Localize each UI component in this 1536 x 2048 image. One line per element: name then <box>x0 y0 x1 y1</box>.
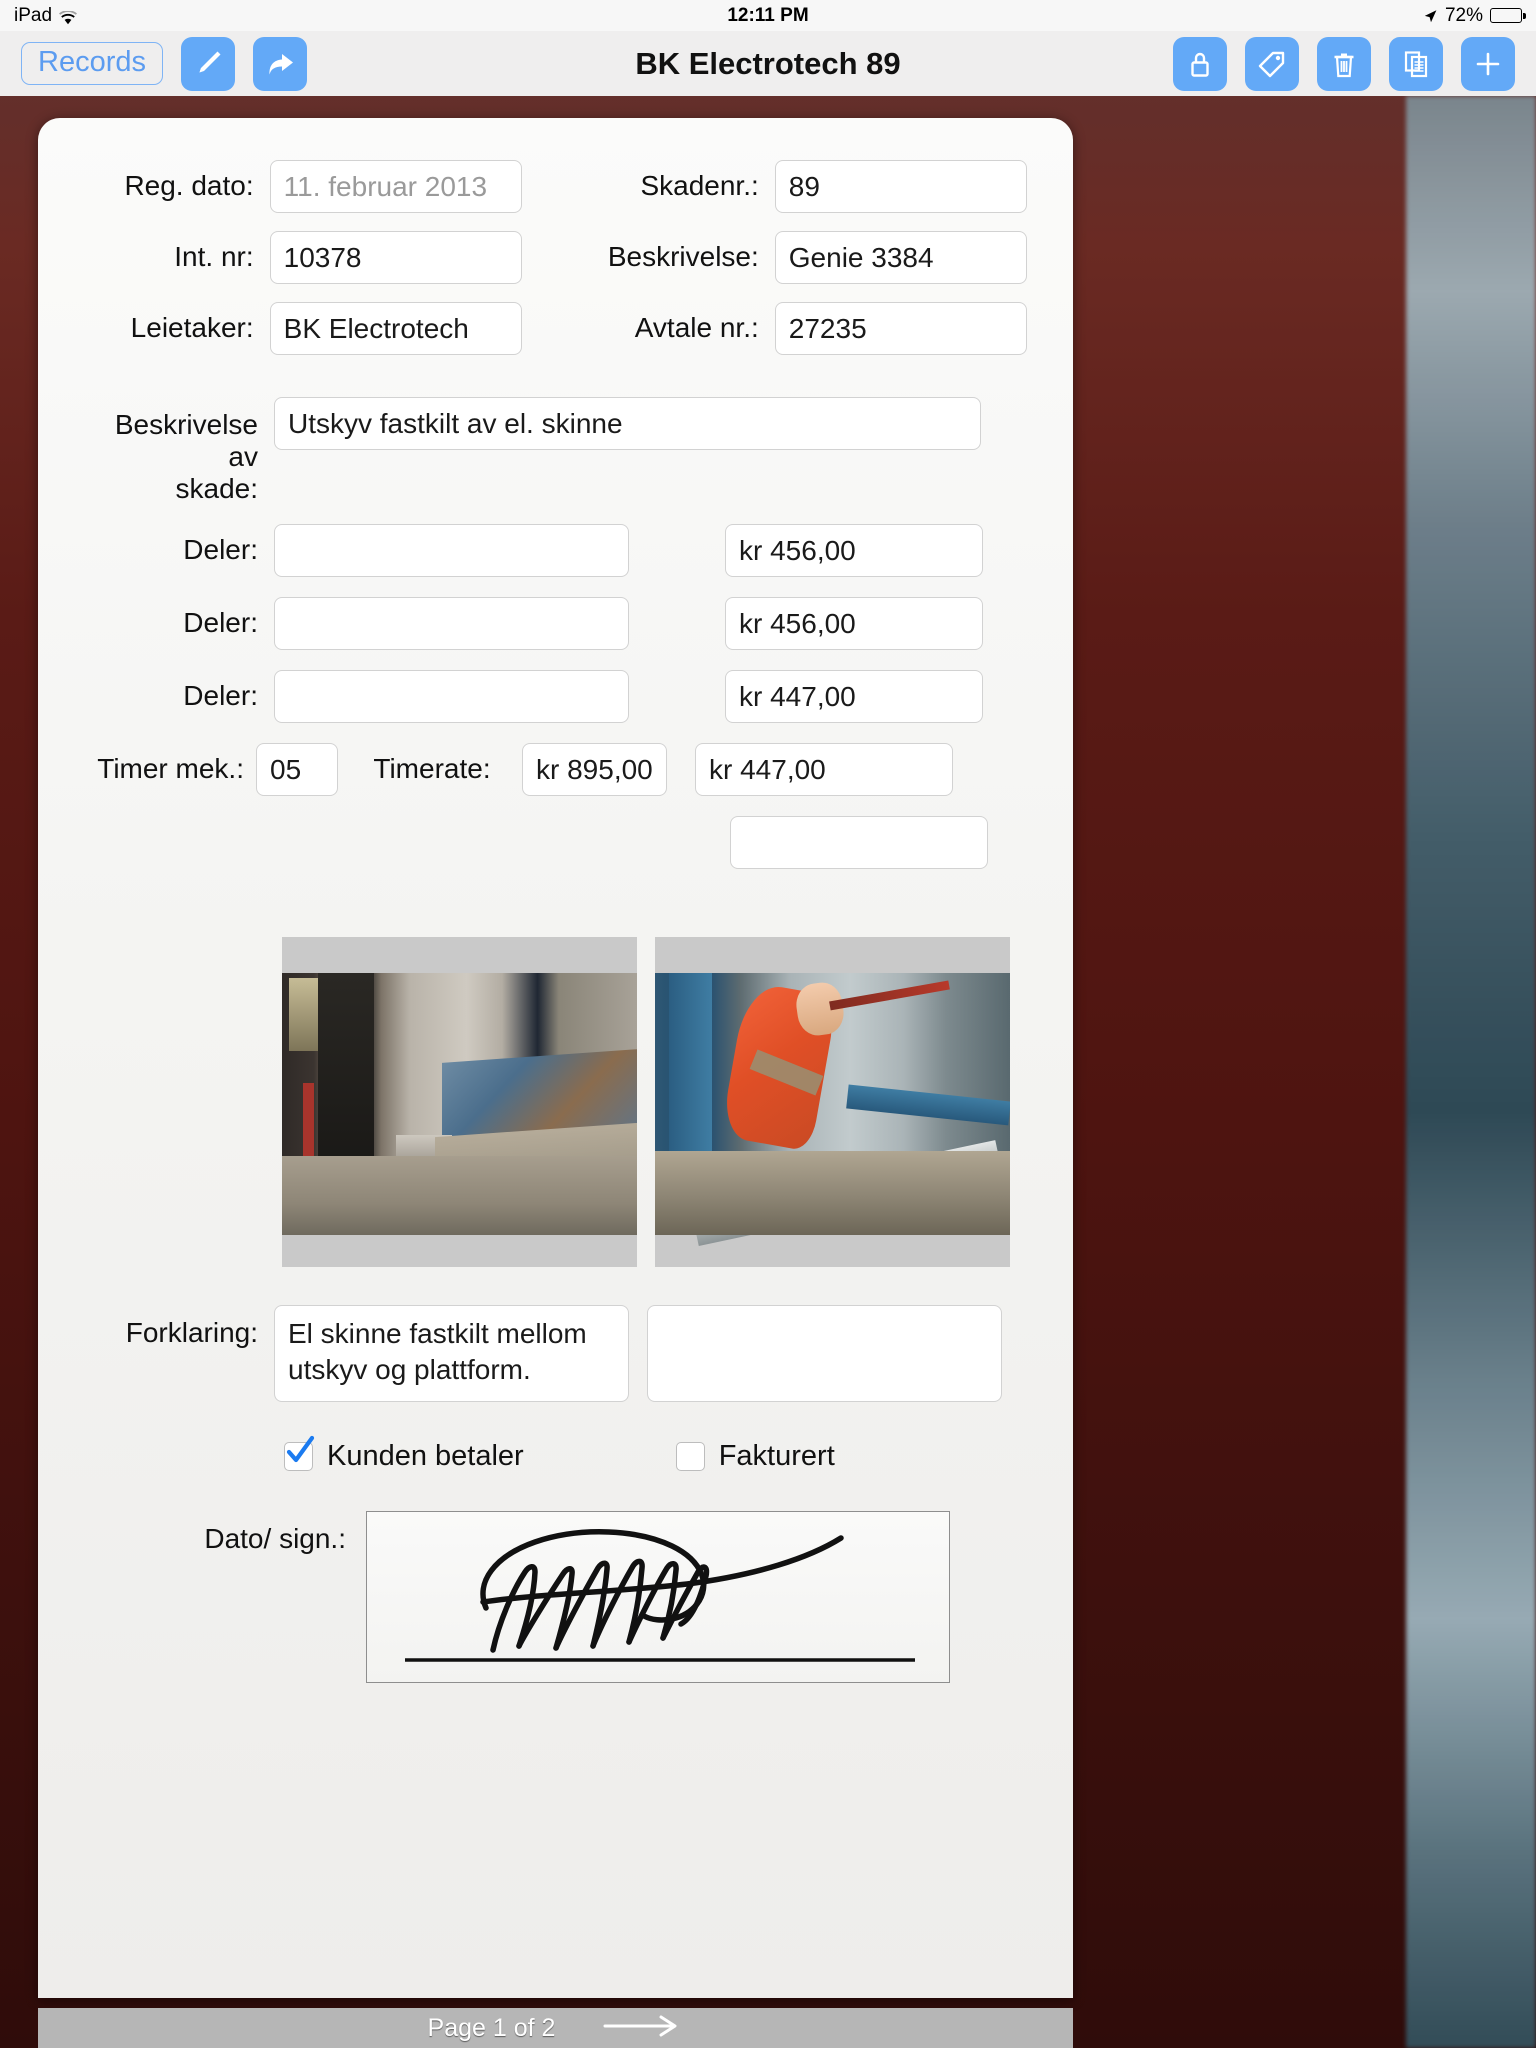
label-timerate: Timerate: <box>373 752 491 784</box>
checkmark-icon[interactable] <box>284 1435 315 1471</box>
arrow-right-icon[interactable] <box>603 2014 683 2043</box>
form-row-signature: Dato/ sign.: <box>84 1510 1027 1683</box>
status-bar: iPad 12:11 PM 72% <box>0 0 1536 31</box>
duplicate-button[interactable] <box>1389 36 1443 91</box>
form-row-deler-3: Deler: kr 447,00 <box>84 669 1027 723</box>
add-button[interactable] <box>1461 36 1515 91</box>
field-timer-hours[interactable]: 05 <box>256 742 338 796</box>
field-deler-amount-1[interactable]: kr 456,00 <box>725 523 983 577</box>
records-back-button[interactable]: Records <box>21 42 163 85</box>
wifi-icon <box>59 9 78 24</box>
field-deler-description-1[interactable] <box>274 523 629 577</box>
field-skadenr[interactable]: 89 <box>774 160 1028 213</box>
label-int-nr: Int. nr: <box>174 241 254 273</box>
field-timer-amount[interactable]: kr 447,00 <box>695 742 953 796</box>
label-deler-1: Deler: <box>183 533 258 565</box>
field-deler-description-3[interactable] <box>274 669 629 723</box>
photo-gallery <box>282 936 1027 1267</box>
form-row-reg-dato: Reg. dato: 11. februar 2013 Skadenr.: 89 <box>84 160 1028 213</box>
form-row-total <box>84 815 1027 869</box>
signature-field[interactable] <box>366 1510 950 1683</box>
field-deler-amount-3[interactable]: kr 447,00 <box>725 669 983 723</box>
status-time: 12:11 PM <box>727 4 809 26</box>
field-beskrivelse-av-skade[interactable]: Utskyv fastkilt av el. skinne <box>274 397 981 450</box>
field-beskrivelse[interactable]: Genie 3384 <box>774 231 1028 284</box>
lock-button[interactable] <box>1173 36 1227 91</box>
label-reg-dato: Reg. dato: <box>124 170 254 202</box>
field-leietaker[interactable]: BK Electrotech <box>269 302 522 355</box>
pen-icon <box>191 47 225 81</box>
device-name: iPad <box>14 4 53 26</box>
label-beskrivelse-av-skade: Beskrivelse av skade: <box>114 409 258 505</box>
checkbox-fakturert[interactable]: Fakturert <box>675 1439 835 1473</box>
field-timerate[interactable]: kr 895,00 <box>522 742 667 796</box>
field-total-amount[interactable] <box>730 815 988 869</box>
label-skadenr: Skadenr.: <box>640 170 759 202</box>
label-dato-sign: Dato/ sign.: <box>204 1522 346 1554</box>
field-int-nr[interactable]: 10378 <box>269 231 522 284</box>
damage-photo-2[interactable] <box>655 936 1010 1267</box>
share-arrow-icon <box>263 47 297 81</box>
form-row-deler-2: Deler: kr 456,00 <box>84 596 1027 650</box>
form-row-forklaring: Forklaring: El skinne fastkilt mellom ut… <box>84 1304 1027 1402</box>
label-deler-2: Deler: <box>183 606 258 638</box>
damage-photo-1[interactable] <box>282 936 637 1267</box>
label-avtale-nr: Avtale nr.: <box>634 312 759 344</box>
battery-percent: 72% <box>1444 4 1483 26</box>
form-sheet: Reg. dato: 11. februar 2013 Skadenr.: 89… <box>38 118 1073 1998</box>
field-forklaring[interactable]: El skinne fastkilt mellom utskyv og plat… <box>274 1304 629 1402</box>
field-reg-dato[interactable]: 11. februar 2013 <box>269 160 522 213</box>
label-forklaring: Forklaring: <box>125 1316 258 1348</box>
empty-checkbox-icon[interactable] <box>675 1441 705 1471</box>
location-arrow-icon <box>1423 8 1438 23</box>
form-row-beskrivelse-av-skade: Beskrivelse av skade: Utskyv fastkilt av… <box>84 397 1027 506</box>
field-forklaring-secondary[interactable] <box>647 1304 1002 1402</box>
checkbox-kunden-betaler[interactable]: Kunden betaler <box>284 1435 524 1473</box>
label-timer-mek: Timer mek.: <box>97 752 244 784</box>
form-row-deler-1: Deler: kr 456,00 <box>84 523 1027 577</box>
pen-tool-button[interactable] <box>181 36 235 91</box>
signature-ink <box>405 1528 915 1662</box>
tag-button[interactable] <box>1245 36 1299 91</box>
page-navigation-bar: Page 1 of 2 <box>38 2008 1073 2048</box>
checkbox-label-kunden-betaler: Kunden betaler <box>327 1439 524 1472</box>
share-button[interactable] <box>253 36 307 91</box>
battery-icon <box>1490 8 1526 23</box>
delete-button[interactable] <box>1317 36 1371 91</box>
field-avtale-nr[interactable]: 27235 <box>774 302 1028 355</box>
form-row-timer: Timer mek.: 05 Timerate: kr 895,00 kr 44… <box>84 742 1027 796</box>
label-leietaker: Leietaker: <box>130 312 254 344</box>
form-row-int-nr: Int. nr: 10378 Beskrivelse: Genie 3384 <box>84 231 1028 284</box>
label-beskrivelse: Beskrivelse: <box>607 241 759 273</box>
form-row-leietaker: Leietaker: BK Electrotech Avtale nr.: 27… <box>84 302 1028 355</box>
field-deler-amount-2[interactable]: kr 456,00 <box>725 596 983 650</box>
checkbox-label-fakturert: Fakturert <box>718 1439 835 1472</box>
label-deler-3: Deler: <box>183 679 258 711</box>
page-indicator: Page 1 of 2 <box>427 2013 556 2042</box>
nav-bar: Records BK Electrotech 89 <box>0 31 1536 96</box>
field-deler-description-2[interactable] <box>274 596 629 650</box>
checkbox-row: Kunden betaler Fakturert <box>84 1435 1027 1473</box>
